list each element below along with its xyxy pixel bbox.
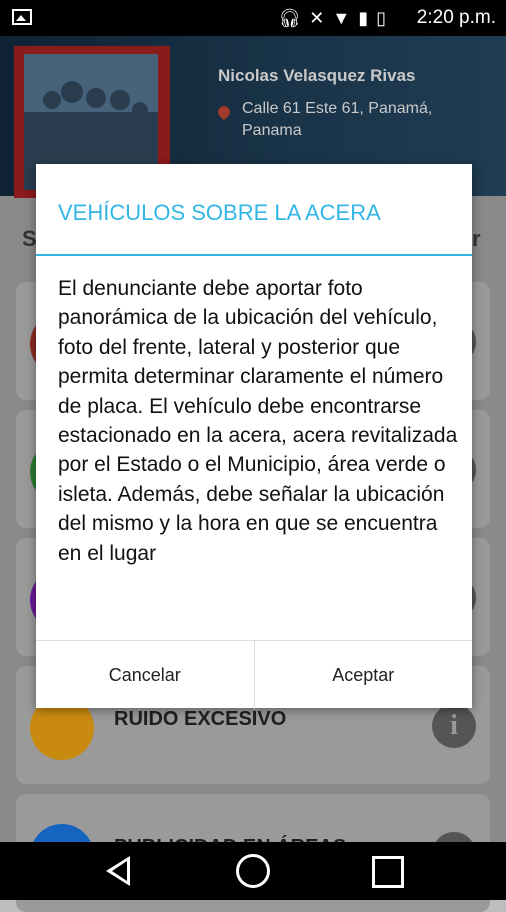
user-name: Nicolas Velasquez Rivas: [218, 66, 416, 85]
section-heading-start: S: [22, 226, 37, 251]
accept-button[interactable]: Aceptar: [253, 641, 473, 709]
dialog-title: VEHÍCULOS SOBRE LA ACERA: [58, 200, 381, 225]
signal-icon: ▮: [358, 8, 369, 28]
back-icon-inner: [112, 861, 127, 881]
status-time: 2:20 p.m.: [416, 7, 496, 28]
section-heading-end: r: [472, 226, 481, 251]
headset-icon: 🎧︎: [278, 8, 302, 28]
gallery-icon: [12, 9, 32, 25]
battery-icon: ▯: [376, 8, 386, 28]
dialog-divider: [36, 254, 472, 256]
info-dialog: VEHÍCULOS SOBRE LA ACERA El denunciante …: [36, 164, 472, 709]
category-title: RUIDO EXCESIVO: [114, 708, 287, 730]
dialog-actions: Cancelar Aceptar: [36, 640, 472, 709]
user-address: Calle 61 Este 61, Panamá, Panama: [242, 100, 433, 139]
status-bar: 🎧︎ ✕ ▼ ▮ ▯ 2:20 p.m.: [0, 0, 506, 36]
mute-icon: ✕: [309, 8, 325, 28]
dialog-message: El denunciante debe aportar foto panorám…: [58, 277, 458, 565]
recent-apps-icon[interactable]: [372, 856, 404, 888]
navigation-bar: [0, 842, 506, 900]
info-icon[interactable]: i: [432, 704, 476, 748]
status-icons: 🎧︎ ✕ ▼ ▮ ▯: [278, 6, 386, 30]
cancel-button[interactable]: Cancelar: [36, 641, 254, 709]
wifi-icon: ▼: [332, 8, 351, 28]
home-icon[interactable]: [236, 854, 270, 888]
